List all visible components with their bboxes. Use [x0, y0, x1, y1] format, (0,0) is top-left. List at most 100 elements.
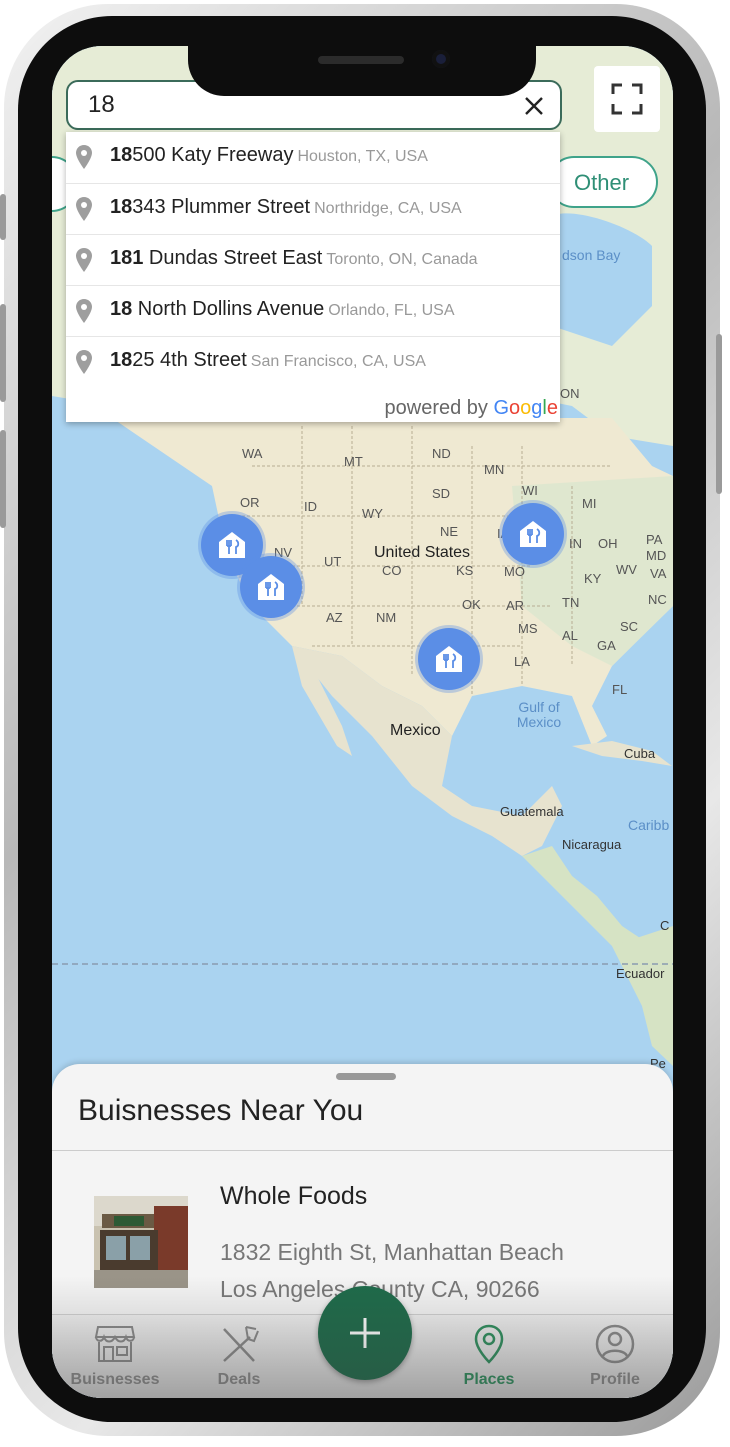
restaurant-icon — [436, 646, 462, 672]
map-label-state: PA — [646, 532, 663, 547]
map-label-state: OK — [462, 597, 481, 612]
volume-up-button — [0, 304, 6, 402]
location-pin-icon — [474, 1324, 504, 1364]
suggestion-item[interactable]: 181 Dundas Street East Toronto, ON, Canad… — [66, 234, 560, 285]
plus-icon — [350, 1318, 380, 1348]
map-label-state: MD — [646, 548, 667, 563]
map-label-place: Guatemala — [500, 804, 564, 819]
map-label-place: Caribb — [628, 817, 670, 833]
map-label-state: AL — [562, 628, 578, 643]
map-label-state: WI — [522, 483, 538, 498]
map-label-state: ON — [560, 386, 580, 401]
location-pin-icon — [76, 350, 92, 374]
powered-by-google: powered by Google — [384, 397, 558, 419]
map-label-state: OH — [598, 536, 618, 551]
map-label-mexico: Mexico — [390, 722, 441, 739]
fullscreen-button[interactable] — [594, 66, 660, 132]
map-label-state: SD — [432, 486, 451, 501]
map-label-united-states: United States — [374, 544, 471, 561]
store-thumbnail — [94, 1196, 188, 1288]
restaurant-icon — [219, 532, 245, 558]
close-icon[interactable] — [520, 92, 548, 120]
restaurant-marker[interactable] — [502, 503, 564, 565]
suggestion-text: 18343 Plummer Street Northridge, CA, USA — [110, 196, 462, 218]
suggestion-text: 181 Dundas Street East Toronto, ON, Canad… — [110, 247, 478, 269]
location-pin-icon — [76, 197, 92, 221]
autocomplete-dropdown: 18500 Katy Freeway Houston, TX, USA 18343… — [66, 132, 560, 422]
map-label-state: AR — [506, 598, 525, 613]
suggestion-text: 18500 Katy Freeway Houston, TX, USA — [110, 144, 428, 166]
tab-deals[interactable]: Deals — [184, 1315, 294, 1398]
filter-chip-label: Other — [574, 170, 630, 195]
tab-businesses[interactable]: Buisnesses — [60, 1315, 170, 1398]
map-label-state: WV — [616, 562, 637, 577]
user-circle-icon — [595, 1324, 635, 1364]
map-label-state: MI — [582, 496, 597, 511]
restaurant-marker[interactable] — [418, 628, 480, 690]
tab-places[interactable]: Places — [434, 1315, 544, 1398]
utensils-icon — [223, 1326, 259, 1362]
map-label-state: ID — [304, 499, 317, 514]
map-label-state: MO — [504, 564, 525, 579]
speaker-grille — [318, 56, 404, 64]
map-label-state: MT — [344, 454, 363, 469]
map-label-state: KY — [584, 571, 602, 586]
map-label-place: C — [660, 918, 670, 933]
suggestion-text: 18 North Dollins Avenue Orlando, FL, USA — [110, 298, 455, 320]
map-label-place: Nicaragua — [562, 837, 622, 852]
sheet-title: Buisnesses Near You — [78, 1094, 364, 1127]
app-screen: United States Mexico Gulf of Mexico WA M… — [52, 46, 673, 1398]
restaurant-marker[interactable] — [240, 556, 302, 618]
restaurant-icon — [258, 574, 284, 600]
map-label-state: NM — [376, 610, 397, 625]
map-label-state: IN — [569, 536, 582, 551]
map-label-state: FL — [612, 682, 628, 697]
add-button[interactable] — [318, 1286, 412, 1380]
filter-chip-other[interactable]: Other — [548, 156, 658, 208]
map-label-state: CO — [382, 563, 402, 578]
volume-down-button — [0, 430, 6, 528]
tab-label: Deals — [217, 1371, 261, 1388]
map-label-state: WY — [362, 506, 383, 521]
map-label-state: MS — [518, 621, 538, 636]
tab-profile[interactable]: Profile — [560, 1315, 670, 1398]
address-line: 1832 Eighth St, Manhattan Beach — [220, 1239, 564, 1265]
fullscreen-icon — [611, 83, 643, 115]
map-label-state: NE — [440, 524, 459, 539]
map-label-state: UT — [324, 554, 342, 569]
map-label-place: dson Bay — [562, 247, 621, 263]
front-camera — [432, 50, 450, 68]
location-pin-icon — [76, 299, 92, 323]
map-label-state: WA — [242, 446, 263, 461]
map-label-state: NC — [648, 592, 667, 607]
suggestion-item[interactable]: 18343 Plummer Street Northridge, CA, USA — [66, 183, 560, 234]
map-label-state: LA — [514, 654, 530, 669]
drag-handle[interactable] — [336, 1073, 396, 1080]
power-button — [716, 334, 722, 494]
business-name: Whole Foods — [220, 1182, 368, 1210]
restaurant-icon — [520, 521, 546, 547]
map-label-state: AZ — [326, 610, 343, 625]
map-label-gulf-of-mexico: Gulf of Mexico — [516, 699, 562, 730]
tab-label: Places — [463, 1371, 515, 1388]
location-pin-icon — [76, 248, 92, 272]
suggestion-text: 1825 4th Street San Francisco, CA, USA — [110, 349, 426, 371]
suggestion-item[interactable]: 18500 Katy Freeway Houston, TX, USA — [66, 132, 560, 183]
map-label-state: TN — [562, 595, 580, 610]
suggestion-item[interactable]: 18 North Dollins Avenue Orlando, FL, USA — [66, 285, 560, 336]
mute-switch — [0, 194, 6, 240]
map-label-place: Ecuador — [616, 966, 665, 981]
map-label-state: VA — [650, 566, 667, 581]
map-label-state: OR — [240, 495, 260, 510]
tab-label: Profile — [590, 1371, 640, 1388]
notch — [188, 40, 536, 96]
storefront-icon — [94, 1326, 136, 1362]
tab-label: Buisnesses — [70, 1371, 160, 1388]
map-label-state: GA — [597, 638, 616, 653]
map-label-state: MN — [484, 462, 505, 477]
map-label-place: Cuba — [624, 746, 656, 761]
location-pin-icon — [76, 145, 92, 169]
suggestion-item[interactable]: 1825 4th Street San Francisco, CA, USA — [66, 336, 560, 387]
map-label-state: SC — [620, 619, 639, 634]
map-label-state: ND — [432, 446, 451, 461]
